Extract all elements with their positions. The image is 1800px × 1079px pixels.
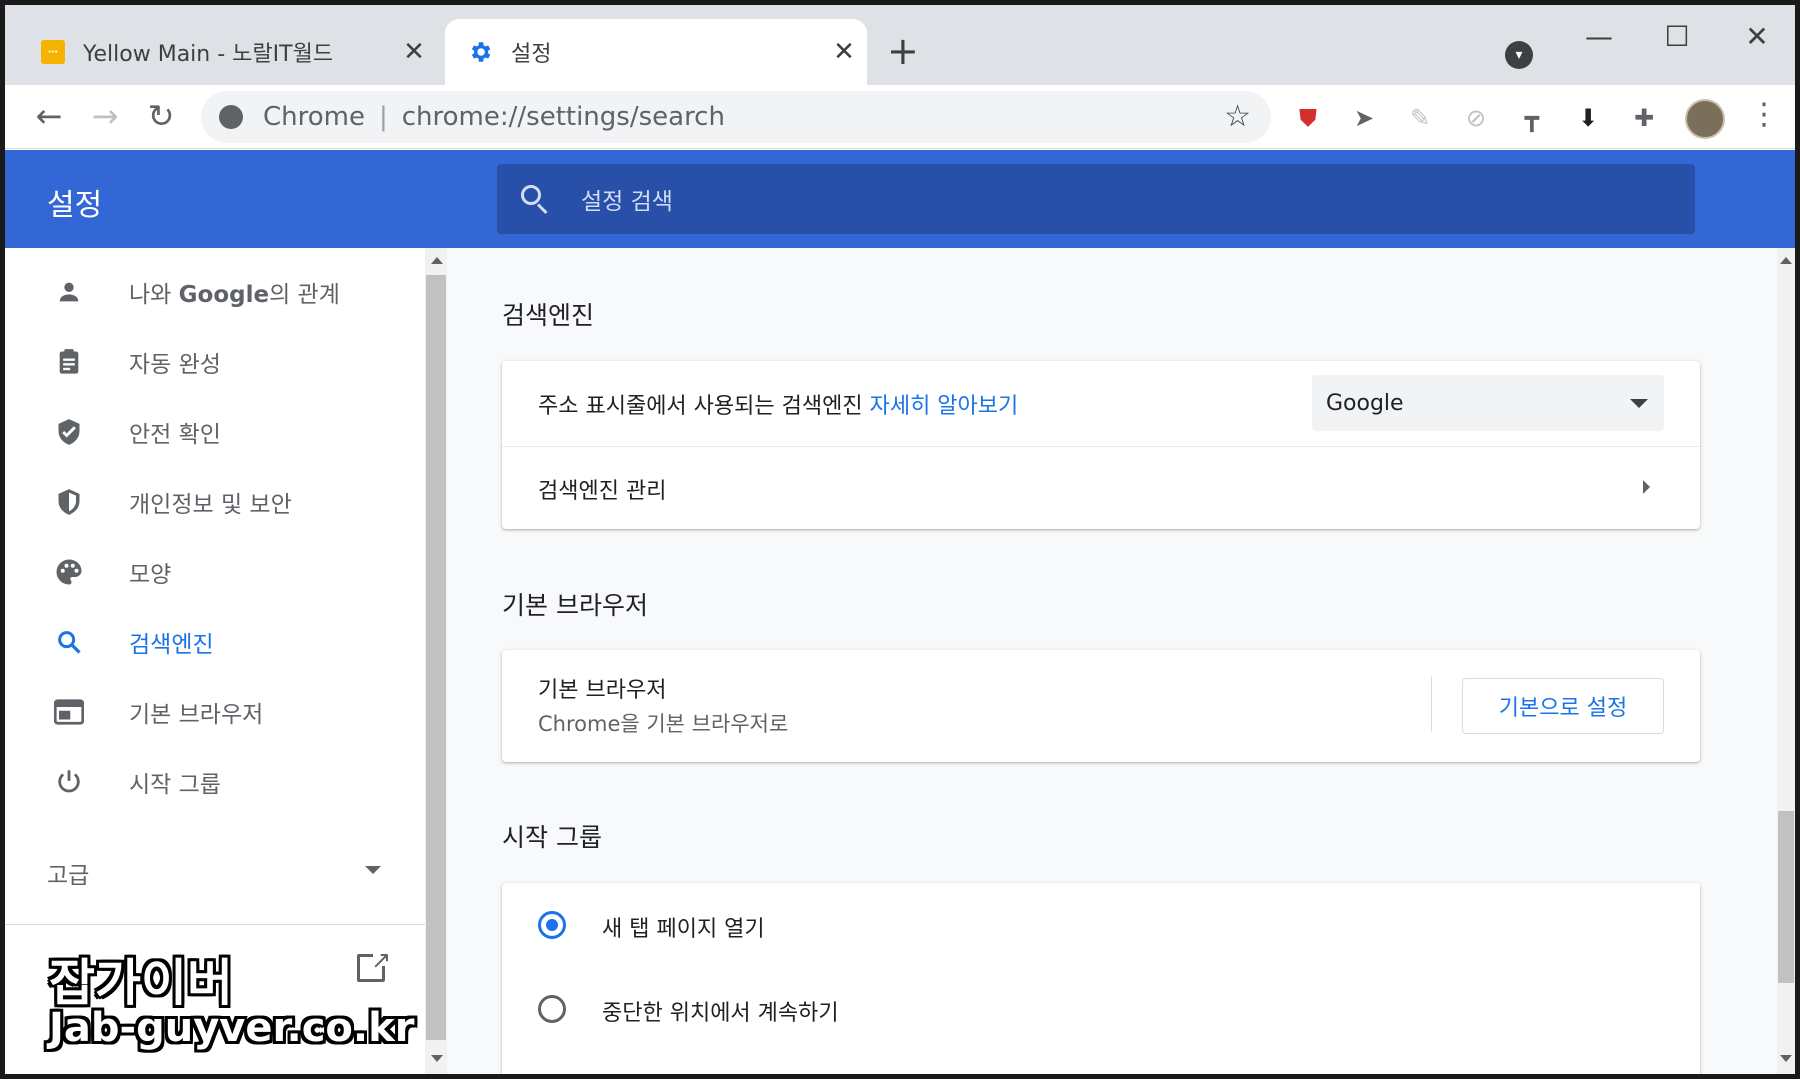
tab-strip: ⋯ Yellow Main - 노랄IT월드 ✕ 설정 ✕ + ▾ — ☐ ✕ (5, 5, 1795, 85)
select-value: Google (1326, 390, 1404, 416)
new-tab-button[interactable]: + (887, 32, 919, 70)
sidebar-item-label: 자동 완성 (129, 352, 221, 378)
sidebar-item-autofill[interactable]: 자동 완성 (5, 332, 405, 392)
sidebar-item-label: 개인정보 및 보안 (129, 492, 292, 518)
shield-icon (53, 486, 85, 518)
search-engine-description: 주소 표시줄에서 사용되는 검색엔진 자세히 알아보기 (538, 394, 1019, 419)
chrome-icon (219, 105, 243, 129)
more-menu-icon[interactable]: ⋮ (1749, 97, 1779, 132)
close-icon[interactable]: ✕ (831, 39, 857, 65)
main-scrollbar-thumb[interactable] (1778, 811, 1794, 983)
shield-extension-icon[interactable]: ⛊ (1291, 101, 1325, 135)
omnibox-separator: | (378, 102, 388, 132)
circle-extension-icon[interactable]: ⊘ (1459, 101, 1493, 135)
tool-extension-icon[interactable]: ┳ (1515, 101, 1549, 135)
back-button[interactable]: ← (29, 97, 69, 135)
sidebar-item-label: 안전 확인 (129, 422, 221, 448)
tab-title: 설정 (511, 42, 552, 67)
mouse-extension-icon[interactable]: ✎ (1403, 101, 1437, 135)
download-extension-icon[interactable]: ⬇ (1571, 101, 1605, 135)
sidebar-item-on-startup[interactable]: 시작 그룹 (5, 752, 405, 812)
address-bar[interactable]: Chrome | chrome://settings/search ☆ (201, 91, 1271, 143)
sidebar-item-appearance[interactable]: 모양 (5, 542, 405, 602)
shield-check-icon (53, 416, 85, 448)
section-title-on-startup: 시작 그룹 (502, 823, 602, 852)
power-icon (53, 766, 85, 798)
reload-button[interactable]: ↻ (141, 97, 181, 135)
manage-search-engines[interactable]: 검색엔진 관리 (538, 473, 666, 505)
section-title-default-browser: 기본 브라우저 (502, 591, 648, 620)
tab-settings[interactable]: 설정 ✕ (445, 19, 867, 85)
omnibox-site-label: Chrome (263, 102, 365, 132)
sidebar-item-safety-check[interactable]: 안전 확인 (5, 402, 405, 462)
section-title-search-engine: 검색엔진 (502, 301, 595, 330)
sidebar-item-privacy[interactable]: 개인정보 및 보안 (5, 472, 405, 532)
startup-card: 새 탭 페이지 열기 중단한 위치에서 계속하기 (502, 883, 1700, 1074)
make-default-button[interactable]: 기본으로 설정 (1462, 678, 1664, 734)
close-icon[interactable]: ✕ (401, 39, 427, 65)
settings-main: 검색엔진 주소 표시줄에서 사용되는 검색엔진 자세히 알아보기 Google … (447, 248, 1777, 1074)
default-browser-card: 기본 브라우저 Chrome을 기본 브라우저로 기본으로 설정 (502, 650, 1700, 762)
sidebar-item-default-browser[interactable]: 기본 브라우저 (5, 682, 405, 742)
sidebar-item-label: 모양 (129, 562, 172, 588)
tab-search-icon[interactable]: ▾ (1505, 41, 1533, 69)
tab-yellow-main[interactable]: ⋯ Yellow Main - 노랄IT월드 ✕ (41, 19, 437, 85)
forward-button[interactable]: → (85, 97, 125, 135)
profile-avatar[interactable] (1685, 99, 1725, 139)
clipboard-icon (53, 346, 85, 378)
sidebar-item-you-and-google[interactable]: 나와 Google의 관계 (5, 262, 405, 322)
window-close-button[interactable]: ✕ (1737, 23, 1777, 51)
divider (502, 446, 1700, 447)
tab-title: Yellow Main - 노랄IT월드 (83, 42, 334, 67)
scroll-up-arrow-icon[interactable] (1780, 257, 1792, 264)
minimize-button[interactable]: — (1579, 23, 1619, 51)
divider (1431, 676, 1432, 732)
chevron-right-icon[interactable] (1643, 480, 1650, 494)
page-title: 설정 (47, 188, 103, 223)
radio-label[interactable]: 새 탭 페이지 열기 (602, 911, 765, 943)
omnibox-url: chrome://settings/search (401, 102, 725, 132)
scroll-down-arrow-icon[interactable] (1780, 1055, 1792, 1062)
watermark-url: Jab-guyver.co.kr (49, 1005, 415, 1051)
radio-new-tab[interactable] (538, 911, 566, 939)
divider (5, 924, 425, 925)
sidebar-item-label: 검색엔진 (129, 632, 214, 658)
radio-continue[interactable] (538, 995, 566, 1023)
learn-more-link[interactable]: 자세히 알아보기 (870, 394, 1019, 419)
sidebar-scrollbar-thumb[interactable] (426, 275, 446, 1040)
browser-window-icon (53, 696, 85, 728)
dropdown-arrow-icon (1630, 399, 1648, 408)
chevron-down-icon[interactable] (365, 866, 381, 874)
settings-search-input[interactable]: 설정 검색 (497, 164, 1695, 234)
search-icon (53, 626, 85, 658)
maximize-button[interactable]: ☐ (1657, 23, 1697, 51)
sidebar-item-search-engine[interactable]: 검색엔진 (5, 612, 405, 672)
sidebar-advanced[interactable]: 고급 (47, 856, 89, 890)
person-icon (53, 276, 85, 308)
puzzle-extension-icon[interactable]: ✚ (1627, 101, 1661, 135)
yellow-site-icon: ⋯ (41, 40, 65, 64)
default-browser-label: 기본 브라우저 (538, 678, 667, 703)
open-in-new-arrow-icon: ↗ (371, 946, 392, 974)
search-placeholder: 설정 검색 (581, 189, 673, 215)
default-browser-sublabel: Chrome을 기본 브라우저로 (538, 712, 789, 736)
sidebar-item-label: 기본 브라우저 (129, 702, 264, 728)
radio-label[interactable]: 중단한 위치에서 계속하기 (602, 995, 839, 1027)
search-icon (519, 183, 551, 215)
palette-icon (53, 556, 85, 588)
bookmark-star-icon[interactable]: ☆ (1224, 99, 1251, 134)
toolbar: ← → ↻ Chrome | chrome://settings/search … (5, 85, 1795, 149)
cursor-extension-icon[interactable]: ➤ (1347, 101, 1381, 135)
scroll-up-arrow-icon[interactable] (431, 257, 443, 264)
browser-window: ⋯ Yellow Main - 노랄IT월드 ✕ 설정 ✕ + ▾ — ☐ ✕ … (0, 0, 1800, 1079)
search-engine-select[interactable]: Google (1312, 375, 1664, 431)
settings-header: 설정 설정 검색 (5, 150, 1795, 248)
scroll-down-arrow-icon[interactable] (431, 1055, 443, 1062)
sidebar-item-label: 나와 Google의 관계 (129, 282, 340, 308)
search-engine-card: 주소 표시줄에서 사용되는 검색엔진 자세히 알아보기 Google 검색엔진 … (502, 361, 1700, 529)
sidebar-item-label: 시작 그룹 (129, 772, 221, 798)
gear-icon (467, 39, 493, 65)
